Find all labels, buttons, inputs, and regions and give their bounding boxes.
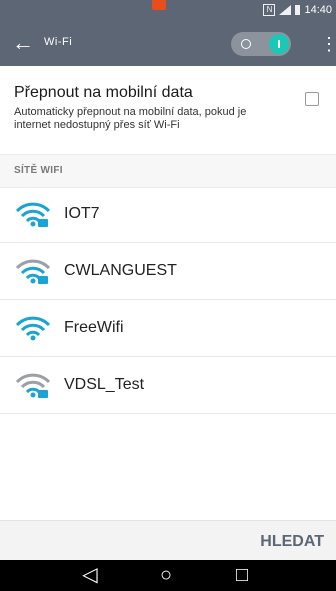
network-item[interactable]: IOT7 [0,186,336,243]
nav-home-icon[interactable]: ○ [151,562,181,589]
wifi-lock-icon [16,373,50,398]
nfc-icon: N [263,4,276,16]
more-options-icon[interactable]: ⋮ [320,33,336,57]
signal-icon [279,5,292,15]
mobile-data-description: Automaticky přepnout na mobilní data, po… [14,106,247,131]
bottom-action-bar: HLEDAT [0,520,336,561]
network-item[interactable]: CWLANGUEST [0,243,336,300]
navigation-bar: ◁ ○ □ [0,560,336,591]
wifi-lock-icon [16,259,50,284]
nav-back-icon[interactable]: ◁ [75,562,105,589]
network-name: VDSL_Test [64,376,145,393]
network-item[interactable]: FreeWifi [0,300,336,357]
network-name: IOT7 [64,205,100,222]
status-bar: N 14:40 [0,0,336,22]
toolbar: ← Wi-Fi ⋮ [0,22,336,66]
mobile-data-checkbox[interactable] [305,92,319,106]
wifi-lock-icon [16,202,50,227]
mobile-data-setting[interactable]: Přepnout na mobilní data Automaticky pře… [0,66,336,154]
toggle-knob [269,34,289,54]
network-name: FreeWifi [64,319,124,336]
section-header: SÍTĚ WIFI [0,154,336,188]
network-name: CWLANGUEST [64,262,177,279]
battery-icon [295,5,301,15]
back-arrow-icon[interactable]: ← [10,30,36,56]
status-icons: N 14:40 [263,4,332,16]
network-item[interactable]: VDSL_Test [0,357,336,414]
nav-recents-icon[interactable]: □ [227,562,257,589]
tap-marker [152,0,166,10]
network-list: IOT7 CWLANGUEST FreeWifi VDSL_Test [0,186,336,414]
scan-button[interactable]: HLEDAT [260,533,324,551]
off-indicator [241,39,251,49]
mobile-data-title: Přepnout na mobilní data [14,84,193,101]
wifi-toggle[interactable] [231,32,291,56]
status-time: 14:40 [304,4,332,16]
section-header-label: SÍTĚ WIFI [14,165,63,176]
page-title: Wi-Fi [44,36,73,48]
wifi-icon [16,316,50,341]
